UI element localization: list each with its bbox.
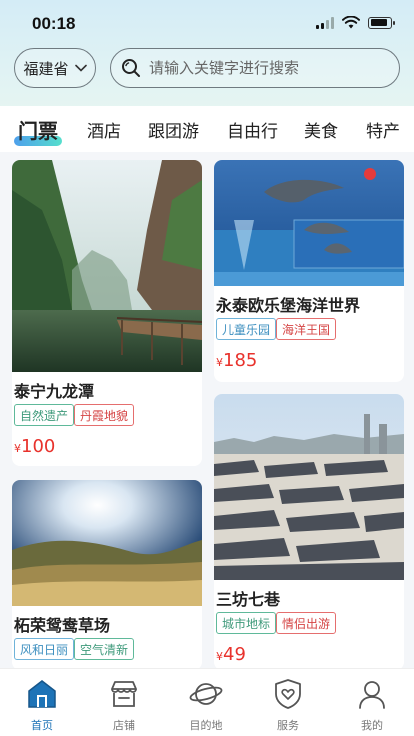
attraction-tag: 情侣出游 (276, 612, 337, 634)
category-tabs: 门票 酒店 跟团游 自由行 美食 特产 (0, 106, 414, 152)
attraction-tag: 城市地标 (216, 612, 277, 634)
currency-symbol: ¥ (216, 356, 223, 369)
attraction-name: 永泰欧乐堡海洋世界 (216, 296, 361, 315)
nav-label: 目的地 (189, 719, 223, 732)
nav-store[interactable]: 店铺 (94, 677, 154, 733)
attraction-tag: 丹霞地貌 (74, 404, 135, 426)
province-label: 福建省 (23, 59, 69, 78)
tab-hotels[interactable]: 酒店 (87, 106, 121, 152)
tab-group-tours[interactable]: 跟团游 (148, 106, 199, 152)
status-icons (316, 16, 395, 29)
signal-icon (316, 16, 334, 29)
attraction-price: ¥185 (216, 350, 257, 371)
attraction-photo (214, 160, 404, 286)
price-value: 185 (223, 350, 258, 371)
attraction-tag: 自然遗产 (14, 404, 75, 426)
nav-home[interactable]: 首页 (12, 677, 72, 733)
nav-destination[interactable]: 目的地 (176, 677, 236, 733)
home-icon (28, 680, 56, 708)
nav-label: 店铺 (113, 719, 135, 732)
attraction-card[interactable]: 三坊七巷 城市地标 情侣出游 ¥49 (214, 394, 404, 670)
nav-label: 服务 (277, 719, 299, 732)
attraction-tag: 儿童乐园 (216, 318, 277, 340)
planet-icon (189, 683, 223, 705)
attraction-tag: 海洋王国 (276, 318, 337, 340)
attraction-name: 柘荣鸳鸯草场 (14, 616, 111, 635)
bottom-nav: 首页 店铺 目的地 服务 我的 (0, 668, 414, 736)
tab-specialties[interactable]: 特产 (366, 106, 400, 152)
nav-service[interactable]: 服务 (258, 677, 318, 733)
search-input[interactable] (149, 59, 389, 77)
attraction-photo (12, 160, 202, 372)
attraction-card[interactable]: 柘荣鸳鸯草场 风和日丽 空气清新 (12, 480, 202, 670)
search-icon (122, 59, 140, 77)
shield-heart-icon (275, 679, 301, 709)
search-row: 福建省 (14, 48, 400, 88)
tab-food[interactable]: 美食 (304, 106, 338, 152)
tab-tickets[interactable]: 门票 (18, 106, 58, 152)
price-value: 100 (21, 436, 56, 457)
currency-symbol: ¥ (14, 442, 21, 455)
tab-free-travel[interactable]: 自由行 (227, 106, 278, 152)
wifi-icon (342, 16, 360, 29)
currency-symbol: ¥ (216, 650, 223, 663)
province-selector[interactable]: 福建省 (14, 48, 96, 88)
attraction-price: ¥49 (216, 644, 246, 665)
chevron-down-icon (74, 64, 87, 72)
attraction-name: 泰宁九龙潭 (14, 382, 95, 401)
attraction-tag: 空气清新 (74, 638, 135, 660)
search-box[interactable] (110, 48, 400, 88)
attraction-card[interactable]: 永泰欧乐堡海洋世界 儿童乐园 海洋王国 ¥185 (214, 160, 404, 382)
attraction-price: ¥100 (14, 436, 55, 457)
status-time: 00:18 (32, 14, 76, 33)
battery-icon (368, 16, 395, 29)
attraction-tag: 风和日丽 (14, 638, 75, 660)
nav-label: 我的 (361, 719, 383, 732)
store-icon (111, 681, 137, 707)
nav-profile[interactable]: 我的 (342, 677, 402, 733)
price-value: 49 (223, 644, 246, 665)
attraction-card[interactable]: 泰宁九龙潭 自然遗产 丹霞地貌 ¥100 (12, 160, 202, 466)
attraction-photo (214, 394, 404, 580)
attraction-photo (12, 480, 202, 606)
user-icon (359, 681, 385, 709)
attraction-name: 三坊七巷 (216, 590, 281, 609)
nav-label: 首页 (31, 719, 53, 732)
status-bar: 00:18 (0, 0, 414, 50)
